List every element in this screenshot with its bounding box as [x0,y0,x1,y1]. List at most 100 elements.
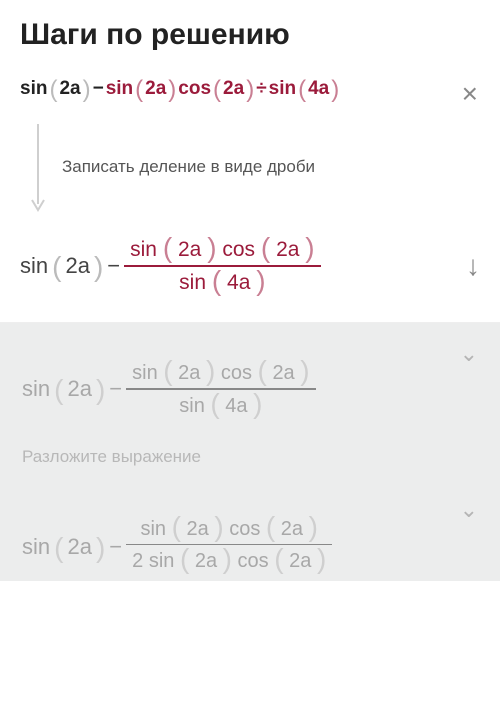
arg: 2a [178,238,201,261]
expression-gray: sin ( 2a ) − sin ( 2a ) cos ( 2a ) 2 [22,513,478,582]
fn-cos: cos [222,238,255,261]
page-title: Шаги по решению [20,18,480,52]
paren-close: ) [253,388,262,419]
paren-open: ( [212,265,221,296]
fn-sin: sin [179,271,206,294]
denominator: sin ( 4a ) [173,390,268,421]
paren-open: ( [54,538,63,558]
fn-sin: sin [269,78,296,100]
next-steps-overlay: ⌄ sin ( 2a ) − sin ( 2a ) cos ( 2a ) [0,323,500,581]
coef: 2 [132,550,143,572]
fn-sin: sin [132,362,158,384]
expression-gray: sin ( 2a ) − sin ( 2a ) cos ( 2a ) sin [22,357,478,421]
numerator: sin ( 2a ) cos ( 2a ) [134,513,323,544]
paren-close: ) [207,232,216,263]
step-card[interactable]: ⌄ sin ( 2a ) − sin ( 2a ) cos ( 2a ) [0,329,500,485]
arg: 4a [308,78,329,100]
fn-sin: sin [22,534,50,560]
paren-open: ( [52,257,61,277]
paren-close: ) [168,82,176,99]
step-card[interactable]: ⌄ sin ( 2a ) − sin ( 2a ) cos ( 2a ) [0,485,500,582]
arg: 2a [67,376,91,402]
expression-result-row: sin ( 2a ) − sin ( 2a ) cos ( 2a ) sin [20,234,480,298]
paren-close: ) [300,355,309,386]
paren-close: ) [256,265,265,296]
paren-close: ) [83,82,91,99]
op-minus: − [109,534,122,560]
arg: 4a [225,395,247,417]
chevron-down-icon[interactable]: ⌄ [460,497,478,523]
paren-open: ( [298,82,306,99]
arrow-down-icon[interactable]: ↓ [466,250,480,282]
arg: 2a [59,78,80,100]
paren-close: ) [331,82,339,99]
fn-sin: sin [179,395,205,417]
arg: 2a [145,78,166,100]
fn-sin: sin [149,550,175,572]
header: Шаги по решению [0,0,500,62]
paren-close: ) [305,232,314,263]
paren-open: ( [266,511,275,542]
expression-original: sin ( 2a ) − sin ( 2a ) cos ( 2a ) ÷ sin… [20,78,480,100]
fn-sin: sin [130,238,157,261]
fn-sin: sin [20,253,48,279]
arg: 2a [276,238,299,261]
arg: 2a [178,362,200,384]
arg: 2a [223,78,244,100]
fn-sin: sin [22,376,50,402]
op-minus: − [109,376,122,402]
fraction: sin ( 2a ) cos ( 2a ) 2 sin ( 2a ) cos [126,513,332,582]
paren-open: ( [210,388,219,419]
arg: 2a [272,362,294,384]
chevron-down-icon[interactable]: ⌄ [460,341,478,367]
paren-close: ) [94,257,103,277]
op-minus: − [107,253,120,279]
fn-sin: sin [20,78,47,100]
paren-open: ( [213,82,221,99]
fn-cos: cos [229,518,260,540]
denominator: sin ( 4a ) [173,267,271,298]
close-icon[interactable]: × [462,78,478,110]
numerator: sin ( 2a ) cos ( 2a ) [124,234,320,265]
paren-close: ) [309,511,318,542]
paren-close: ) [317,545,326,574]
numerator: sin ( 2a ) cos ( 2a ) [126,357,315,388]
paren-open: ( [163,355,172,386]
step-section: × sin ( 2a ) − sin ( 2a ) cos ( 2a ) ÷ s… [0,62,500,323]
arg: 2a [187,518,209,540]
arg: 4a [227,271,250,294]
paren-close: ) [223,545,232,574]
paren-open: ( [258,355,267,386]
paren-open: ( [274,545,283,574]
op-div: ÷ [256,78,266,100]
paren-close: ) [206,355,215,386]
fraction: sin ( 2a ) cos ( 2a ) sin ( 4a ) [124,234,320,298]
paren-open: ( [163,232,172,263]
arg: 2a [289,550,311,572]
paren-close: ) [96,380,105,400]
paren-close: ) [214,511,223,542]
paren-open: ( [261,232,270,263]
paren-open: ( [180,545,189,574]
step-sublabel: Разложите выражение [22,447,478,467]
fn-sin: sin [140,518,166,540]
op-minus: − [93,78,104,100]
step-description: Записать деление в виде дроби [62,157,315,177]
arg: 2a [67,534,91,560]
arg: 2a [65,253,89,279]
paren-open: ( [135,82,143,99]
step-note-row: Записать деление в виде дроби [28,122,480,212]
fraction: sin ( 2a ) cos ( 2a ) sin ( 4a ) [126,357,315,421]
arg: 2a [281,518,303,540]
expression-result: sin ( 2a ) − sin ( 2a ) cos ( 2a ) sin [20,234,321,298]
paren-open: ( [49,82,57,99]
paren-close: ) [96,538,105,558]
denominator: 2 sin ( 2a ) cos ( 2a ) [126,545,332,581]
paren-close: ) [246,82,254,99]
fn-cos: cos [221,362,252,384]
fn-sin: sin [106,78,133,100]
arg: 2a [195,550,217,572]
paren-open: ( [172,511,181,542]
fn-cos: cos [238,550,269,572]
paren-open: ( [54,380,63,400]
